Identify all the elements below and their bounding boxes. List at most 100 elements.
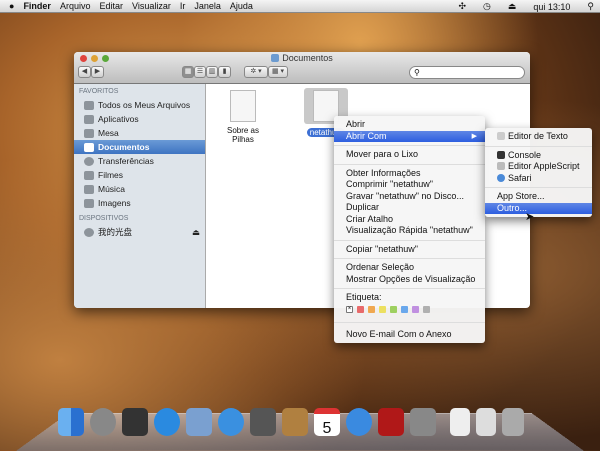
column-view-button[interactable]: ▥ (206, 66, 218, 78)
menu-ajuda[interactable]: Ajuda (230, 1, 253, 11)
label-red[interactable] (357, 306, 364, 313)
dock-itunes-icon[interactable] (346, 408, 372, 436)
list-view-button[interactable]: ☰ (194, 66, 206, 78)
forward-button[interactable]: ▶ (91, 66, 104, 78)
label-purple[interactable] (412, 306, 419, 313)
console-icon (497, 150, 505, 159)
eject-icon[interactable]: ⏏ (192, 227, 200, 238)
label-yellow[interactable] (379, 306, 386, 313)
movies-icon (84, 170, 94, 180)
documents-icon (84, 142, 94, 152)
menu-item-open-with[interactable]: Abrir Com ▶ (334, 130, 485, 142)
dock-launchpad-icon[interactable] (90, 408, 116, 436)
window-title: Documentos (282, 53, 333, 63)
sidebar-item-label: Aplicativos (98, 114, 139, 124)
apple-menu-icon[interactable]: ● (9, 1, 14, 11)
dock-app-store-icon[interactable] (154, 408, 180, 436)
label-orange[interactable] (368, 306, 375, 313)
submenu-item-app-store[interactable]: App Store... (485, 191, 592, 203)
sidebar-item-all-files[interactable]: Todos os Meus Arquivos (74, 98, 205, 112)
dock-mission-control-icon[interactable] (122, 408, 148, 436)
spotlight-icon[interactable]: ⚲ (587, 1, 594, 12)
dock-system-preferences-icon[interactable] (410, 408, 436, 436)
menu-item-compress[interactable]: Comprimir "netathuw" (334, 179, 485, 191)
dock-photo-booth-icon[interactable] (378, 408, 404, 436)
sidebar-item-label: Documentos (98, 142, 150, 152)
dock-document-icon[interactable] (450, 408, 470, 436)
favorites-header: FAVORITOS (79, 88, 119, 95)
applescript-icon (497, 162, 505, 170)
pictures-icon (84, 198, 94, 208)
menu-editar[interactable]: Editar (99, 1, 123, 11)
sidebar-item-music[interactable]: Música (74, 182, 205, 196)
submenu-item-console[interactable]: Console (485, 150, 592, 162)
sidebar-item-downloads[interactable]: Transferências (74, 154, 205, 168)
dock-contacts-icon[interactable] (282, 408, 308, 436)
back-button[interactable]: ◀ (78, 66, 91, 78)
menu-visualizar[interactable]: Visualizar (132, 1, 171, 11)
document-icon (230, 90, 256, 122)
menu-ir[interactable]: Ir (180, 1, 186, 11)
submenu-item-safari[interactable]: Safari (485, 173, 592, 185)
label-gray[interactable] (423, 306, 430, 313)
action-button[interactable]: ✲ ▾ (244, 66, 268, 78)
eject-icon[interactable]: ⏏ (508, 1, 517, 12)
sidebar-item-label: Música (98, 184, 125, 194)
menu-item-open[interactable]: Abrir (334, 119, 485, 131)
toolbar: Documentos ◀ ▶ ▦ ☰ ▥ ▮ ✲ ▾ ▦ ▾ ⚲ (74, 52, 530, 84)
menu-bar: ● Finder Arquivo Editar Visualizar Ir Ja… (0, 0, 600, 13)
submenu-item-applescript[interactable]: Editor AppleScript (485, 161, 592, 173)
menu-item-alias[interactable]: Criar Atalho (334, 214, 485, 226)
sidebar-item-pictures[interactable]: Imagens (74, 196, 205, 210)
menu-item-view-options[interactable]: Mostrar Opções de Visualização (334, 274, 485, 286)
dock-mail-icon[interactable] (186, 408, 212, 436)
menu-item-quick-look[interactable]: Visualização Rápida "netathuw" (334, 225, 485, 237)
menu-item-burn[interactable]: Gravar "netathuw" no Disco... (334, 191, 485, 203)
menu-item-duplicate[interactable]: Duplicar (334, 202, 485, 214)
menu-janela[interactable]: Janela (194, 1, 221, 11)
context-menu: Abrir Abrir Com ▶ Mover para o Lixo Obter… (334, 116, 485, 343)
dock-safari-icon[interactable] (218, 408, 244, 436)
sidebar: FAVORITOS Todos os Meus Arquivos Aplicat… (74, 84, 206, 308)
menu-item-label: Console (508, 149, 542, 160)
clock[interactable]: qui 13:10 (533, 2, 570, 12)
menu-item-sort[interactable]: Ordenar Seleção (334, 262, 485, 274)
sidebar-item-label: Imagens (98, 198, 131, 208)
dock-ical-icon[interactable]: 5 (314, 408, 340, 437)
sidebar-item-label: 我的光盘 (98, 227, 133, 237)
devices-header: DISPOSITIVOS (79, 215, 129, 222)
dock-icons: 5 (58, 408, 524, 437)
dock-finder-icon[interactable] (58, 408, 84, 436)
menu-item-copy[interactable]: Copiar "netathuw" (334, 244, 485, 256)
textedit-icon (497, 132, 505, 140)
menu-item-get-info[interactable]: Obter Informações (334, 168, 485, 180)
dock-trash-icon[interactable] (502, 408, 524, 436)
icon-view-button[interactable]: ▦ (182, 66, 194, 78)
folder-icon (271, 54, 280, 62)
label-blue[interactable] (401, 306, 408, 313)
label-none[interactable]: × (346, 306, 353, 313)
sidebar-item-documents[interactable]: Documentos (74, 140, 205, 154)
menu-finder[interactable]: Finder (23, 1, 51, 11)
arrange-button[interactable]: ▦ ▾ (268, 66, 288, 78)
sidebar-item-desktop[interactable]: Mesa (74, 126, 205, 140)
sidebar-item-applications[interactable]: Aplicativos (74, 112, 205, 126)
label-green[interactable] (390, 306, 397, 313)
menu-item-email[interactable]: Novo E-mail Com o Anexo (334, 329, 485, 341)
menu-item-trash[interactable]: Mover para o Lixo (334, 149, 485, 161)
sidebar-item-disc[interactable]: 我的光盘 ⏏ (74, 225, 205, 239)
file-item[interactable]: Sobre as Pilhas (218, 90, 268, 144)
submenu-item-textedit[interactable]: Editor de Texto (485, 131, 592, 143)
menu-arquivo[interactable]: Arquivo (60, 1, 91, 11)
time-machine-icon[interactable]: ◷ (483, 1, 491, 12)
dock-file-icon[interactable] (476, 408, 496, 436)
music-icon (84, 184, 94, 194)
sidebar-item-movies[interactable]: Filmes (74, 168, 205, 182)
dock-facetime-icon[interactable] (250, 408, 276, 436)
sidebar-item-label: Mesa (98, 128, 119, 138)
search-input[interactable]: ⚲ (409, 66, 525, 79)
coverflow-view-button[interactable]: ▮ (218, 66, 231, 78)
bluetooth-icon[interactable]: ✣ (458, 1, 466, 12)
submenu-item-other[interactable]: Outro... (485, 202, 592, 214)
sidebar-item-label: Todos os Meus Arquivos (98, 100, 191, 110)
